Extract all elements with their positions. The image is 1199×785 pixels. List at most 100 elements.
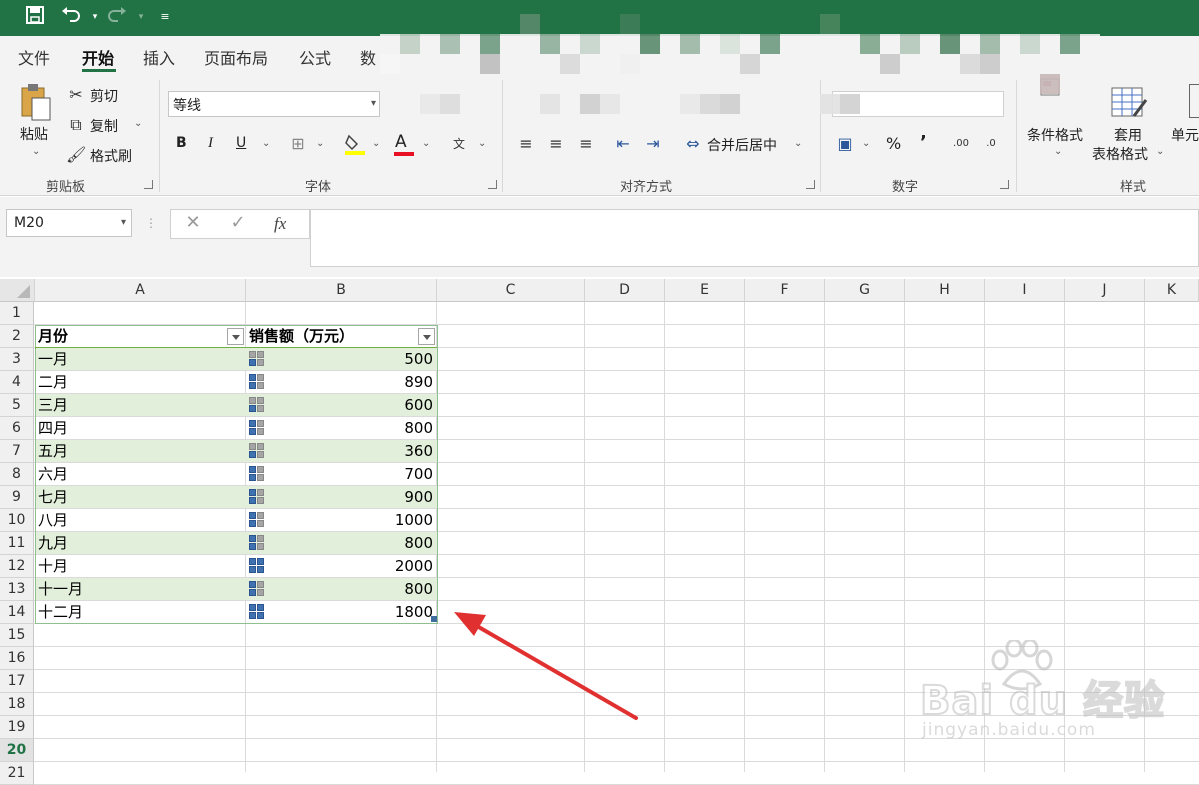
font-name-select[interactable]: 等线 ▾ xyxy=(168,91,380,117)
table-cell-sales[interactable]: 500 xyxy=(246,348,436,371)
row-header-15[interactable]: 15 xyxy=(0,624,34,647)
comma-style-button[interactable]: ’ xyxy=(920,132,927,153)
formula-input[interactable] xyxy=(310,209,1199,267)
table-cell-sales[interactable]: 2000 xyxy=(246,555,436,578)
row-header-16[interactable]: 16 xyxy=(0,647,34,670)
conditional-format-button[interactable]: 条件格式 xyxy=(1027,125,1083,145)
table-cell-month[interactable]: 三月 xyxy=(38,394,68,417)
name-box-dropdown-icon[interactable]: ▾ xyxy=(121,217,126,228)
merge-center-button[interactable]: 合并后居中 xyxy=(707,135,777,155)
table-cell-month[interactable]: 九月 xyxy=(38,532,68,555)
borders-icon[interactable]: ⊞ xyxy=(288,134,308,154)
filter-dropdown-month-icon[interactable] xyxy=(227,328,244,345)
column-header-b[interactable]: B xyxy=(246,279,437,302)
column-header-j[interactable]: J xyxy=(1065,279,1145,302)
copy-dropdown-icon[interactable]: ⌄ xyxy=(134,118,142,129)
table-cell-sales[interactable]: 800 xyxy=(246,532,436,555)
row-header-14[interactable]: 14 xyxy=(0,601,34,624)
copy-icon[interactable]: ⧉ xyxy=(66,115,86,135)
phonetic-icon[interactable]: 文 xyxy=(448,134,470,154)
increase-indent-icon[interactable]: ⇥ xyxy=(642,134,664,154)
font-color-dropdown-icon[interactable]: ⌄ xyxy=(422,138,430,149)
table-cell-sales[interactable]: 800 xyxy=(246,417,436,440)
merge-center-icon[interactable]: ⇔ xyxy=(682,134,704,154)
table-format-button[interactable]: 套用 xyxy=(1114,125,1142,145)
fill-color-dropdown-icon[interactable]: ⌄ xyxy=(372,138,380,149)
underline-button[interactable]: U xyxy=(236,135,246,151)
row-header-19[interactable]: 19 xyxy=(0,716,34,739)
select-all-button[interactable] xyxy=(0,279,35,302)
row-header-18[interactable]: 18 xyxy=(0,693,34,716)
align-left-icon[interactable]: ≡ xyxy=(516,134,536,154)
cut-button[interactable]: 剪切 xyxy=(90,86,118,106)
row-header-17[interactable]: 17 xyxy=(0,670,34,693)
number-launcher-icon[interactable] xyxy=(1000,180,1009,189)
column-header-a[interactable]: A xyxy=(35,279,246,302)
row-header-12[interactable]: 12 xyxy=(0,555,34,578)
alignment-launcher-icon[interactable] xyxy=(806,180,815,189)
row-header-3[interactable]: 3 xyxy=(0,348,34,371)
table-cell-month[interactable]: 四月 xyxy=(38,417,68,440)
column-header-g[interactable]: G xyxy=(825,279,905,302)
table-cell-sales[interactable]: 360 xyxy=(246,440,436,463)
table-cell-month[interactable]: 八月 xyxy=(38,509,68,532)
column-header-h[interactable]: H xyxy=(905,279,985,302)
table-cell-sales[interactable]: 900 xyxy=(246,486,436,509)
paste-button[interactable]: 粘贴 xyxy=(20,124,48,144)
font-launcher-icon[interactable] xyxy=(488,180,497,189)
column-header-k[interactable]: K xyxy=(1145,279,1199,302)
row-header-11[interactable]: 11 xyxy=(0,532,34,555)
align-center-icon[interactable]: ≡ xyxy=(546,134,566,154)
underline-dropdown-icon[interactable]: ⌄ xyxy=(262,138,270,149)
cell-styles-icon[interactable] xyxy=(1189,84,1199,118)
undo-icon[interactable] xyxy=(60,6,82,28)
more-options-icon[interactable]: ⋮ xyxy=(145,213,157,233)
clipboard-launcher-icon[interactable] xyxy=(144,180,153,189)
row-header-13[interactable]: 13 xyxy=(0,578,34,601)
table-cell-sales[interactable]: 1000 xyxy=(246,509,436,532)
row-header-7[interactable]: 7 xyxy=(0,440,34,463)
font-name-dropdown-icon[interactable]: ▾ xyxy=(371,98,376,109)
table-format-dropdown-icon[interactable]: ⌄ xyxy=(1156,146,1164,157)
paste-dropdown-icon[interactable]: ⌄ xyxy=(32,146,40,157)
tab-insert[interactable]: 插入 xyxy=(143,45,175,69)
table-cell-month[interactable]: 七月 xyxy=(38,486,68,509)
tab-data[interactable]: 数 xyxy=(360,45,376,69)
increase-decimal-icon[interactable]: .00 xyxy=(950,134,972,154)
paste-icon[interactable] xyxy=(18,82,54,122)
decrease-decimal-icon[interactable]: .0 xyxy=(980,134,1002,154)
redo-icon[interactable] xyxy=(106,6,128,28)
format-painter-icon[interactable]: 🖌 xyxy=(66,145,86,165)
tab-home[interactable]: 开始 xyxy=(82,45,114,69)
fill-color-icon[interactable] xyxy=(344,132,366,156)
table-cell-sales[interactable]: 700 xyxy=(246,463,436,486)
table-cell-sales[interactable]: 800 xyxy=(246,578,436,601)
filter-dropdown-sales-icon[interactable] xyxy=(418,328,435,345)
insert-function-button[interactable]: fx xyxy=(274,214,286,234)
customize-toolbar-icon[interactable]: ≡ xyxy=(154,6,176,28)
italic-button[interactable]: I xyxy=(208,135,213,152)
name-box[interactable]: M20 ▾ xyxy=(6,209,132,237)
borders-dropdown-icon[interactable]: ⌄ xyxy=(316,138,324,149)
table-cell-month[interactable]: 六月 xyxy=(38,463,68,486)
save-icon[interactable] xyxy=(24,6,46,28)
enter-icon[interactable]: ✓ xyxy=(228,213,248,233)
row-header-21[interactable]: 21 xyxy=(0,762,34,785)
table-cell-month[interactable]: 十月 xyxy=(38,555,68,578)
cut-icon[interactable]: ✂ xyxy=(66,85,86,105)
cancel-icon[interactable]: ✕ xyxy=(183,213,203,233)
tab-file[interactable]: 文件 xyxy=(18,45,50,69)
table-cell-month[interactable]: 十一月 xyxy=(38,578,83,601)
table-cell-month[interactable]: 五月 xyxy=(38,440,68,463)
column-header-c[interactable]: C xyxy=(437,279,585,302)
row-header-2[interactable]: 2 xyxy=(0,325,34,348)
cell-styles-button[interactable]: 单元 xyxy=(1171,125,1199,145)
table-cell-sales[interactable]: 1800 xyxy=(246,601,436,624)
bold-button[interactable]: B xyxy=(176,135,187,151)
decrease-indent-icon[interactable]: ⇤ xyxy=(612,134,634,154)
row-header-9[interactable]: 9 xyxy=(0,486,34,509)
row-header-6[interactable]: 6 xyxy=(0,417,34,440)
table-cell-month[interactable]: 一月 xyxy=(38,348,68,371)
merge-center-dropdown-icon[interactable]: ⌄ xyxy=(794,138,802,149)
accounting-format-icon[interactable]: ▣ xyxy=(834,134,856,154)
